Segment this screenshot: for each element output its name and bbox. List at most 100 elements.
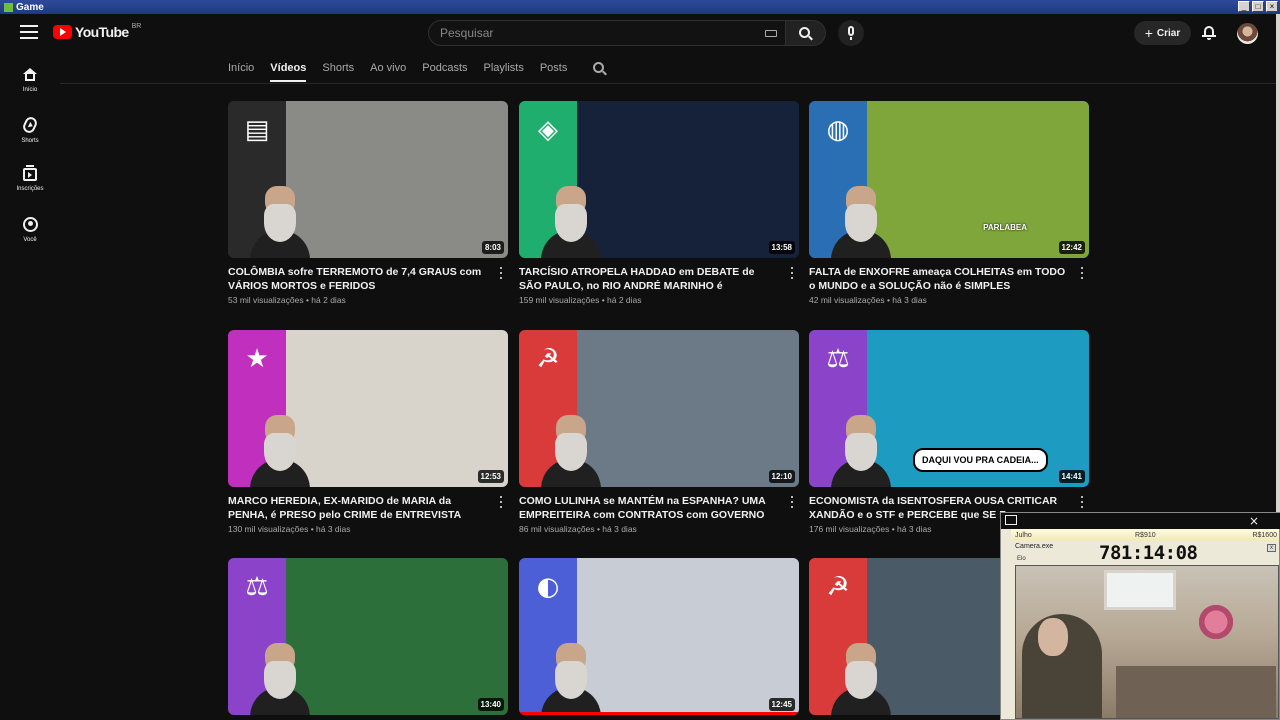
youtube-logo[interactable]: YouTube BR	[53, 22, 142, 40]
tab-videos[interactable]: Vídeos	[270, 54, 307, 82]
hammer-sickle-icon: ☭	[536, 344, 560, 374]
stream-overlay: × Julho R$910 R$1600 Camera.exe x 781:14…	[1000, 512, 1280, 720]
webcam-feed	[1015, 565, 1279, 719]
video-thumbnail[interactable]: ▤ 8:03	[228, 101, 508, 258]
flag-brazil-icon: ◈	[538, 115, 558, 145]
home-icon	[23, 68, 37, 82]
tab-posts[interactable]: Posts	[540, 54, 568, 82]
star-icon: ★	[245, 344, 269, 374]
app-icon	[4, 2, 13, 12]
thumbnail-brand: PARLABEA	[983, 223, 1027, 232]
view-count: 159 mil visualizações	[519, 295, 600, 305]
camera-close-icon[interactable]: x	[1267, 544, 1276, 552]
video-meta: COMO LULINHA se MANTÉM na ESPANHA? UMA E…	[519, 494, 799, 534]
video-thumbnail[interactable]: ☭ 12:10	[519, 330, 799, 487]
upload-age: há 3 dias	[316, 524, 351, 534]
host-figure	[250, 415, 310, 487]
video-title[interactable]: MARCO HEREDIA, EX-MARIDO de MARIA da PEN…	[228, 494, 486, 522]
thumbnail-caption: DAQUI VOU PRA CADEIA...	[913, 448, 1048, 472]
close-window-button[interactable]: ×	[1266, 1, 1278, 12]
tab-shorts[interactable]: Shorts	[322, 54, 354, 82]
sidebar-item-shorts[interactable]: Shorts	[4, 114, 56, 158]
video-thumbnail[interactable]: ◐ 12:45	[519, 558, 799, 715]
more-options-icon[interactable]	[1077, 496, 1087, 508]
stream-clock: 781:14:08	[1099, 542, 1198, 564]
minimize-button[interactable]: _	[1238, 1, 1250, 12]
sidebar-item-you[interactable]: Você	[4, 214, 56, 258]
miniplayer-icon[interactable]	[1005, 515, 1017, 525]
host-figure	[250, 643, 310, 715]
host-figure	[541, 643, 601, 715]
video-duration: 13:58	[768, 241, 795, 254]
search-input[interactable]	[440, 26, 740, 40]
search-box	[428, 20, 786, 46]
video-thumbnail[interactable]: ⚖ DAQUI VOU PRA CADEIA... 14:41	[809, 330, 1089, 487]
more-options-icon[interactable]	[496, 496, 506, 508]
channel-tabs: Início Vídeos Shorts Ao vivo Podcasts Pl…	[228, 54, 606, 82]
video-title[interactable]: COMO LULINHA se MANTÉM na ESPANHA? UMA E…	[519, 494, 777, 522]
host-figure	[831, 186, 891, 258]
video-duration: 12:53	[477, 470, 504, 483]
video-thumbnail[interactable]: ◈ 13:58	[519, 101, 799, 258]
tab-live[interactable]: Ao vivo	[370, 54, 406, 82]
video-title[interactable]: COLÔMBIA sofre TERREMOTO de 7,4 GRAUS co…	[228, 265, 486, 293]
sidebar-item-subscriptions[interactable]: Inscrições	[4, 164, 56, 208]
host-figure	[831, 643, 891, 715]
sidebar-item-label: Início	[22, 87, 38, 93]
you-icon	[22, 217, 38, 232]
camera-name-label: Elo	[1017, 556, 1026, 562]
search-button[interactable]	[786, 20, 826, 46]
more-options-icon[interactable]	[496, 267, 506, 279]
sidebar-item-home[interactable]: Início	[4, 64, 56, 108]
more-options-icon[interactable]	[1077, 267, 1087, 279]
video-duration: 8:03	[481, 241, 504, 254]
channel-search-button[interactable]	[593, 61, 606, 75]
menu-icon[interactable]	[20, 25, 38, 39]
video-title[interactable]: TARCÍSIO ATROPELA HADDAD em DEBATE de SÃ…	[519, 265, 777, 293]
watch-progress	[519, 712, 799, 715]
goal-target: R$1600	[1252, 531, 1277, 539]
upload-age: há 3 dias	[897, 524, 932, 534]
tab-home[interactable]: Início	[228, 54, 254, 82]
thumbnail-image	[569, 330, 799, 487]
thumbnail-image	[278, 330, 508, 487]
video-meta: FALTA de ENXOFRE ameaça COLHEITAS em TOD…	[809, 265, 1089, 305]
host-figure	[541, 186, 601, 258]
thumbnail-image	[569, 101, 799, 258]
mic-icon	[848, 26, 854, 36]
create-button[interactable]: + Criar	[1134, 21, 1191, 45]
plus-icon: +	[1144, 25, 1153, 41]
shorts-icon	[21, 115, 39, 135]
scales-icon: ⚖	[245, 572, 269, 602]
video-thumbnail[interactable]: ◍ PARLABEA 12:42	[809, 101, 1089, 258]
phone-icon: ◐	[536, 572, 560, 602]
hammer-sickle-icon: ☭	[826, 572, 850, 602]
video-stats: 130 mil visualizações • há 3 dias	[228, 524, 351, 534]
goal-label: Julho	[1015, 531, 1032, 539]
video-meta: TARCÍSIO ATROPELA HADDAD em DEBATE de SÃ…	[519, 265, 799, 305]
top-bar: YouTube BR +Criar	[0, 14, 1276, 52]
more-options-icon[interactable]	[787, 267, 797, 279]
close-icon[interactable]: ×	[1249, 514, 1259, 528]
avatar[interactable]	[1237, 23, 1258, 44]
thumbnail-image	[278, 558, 508, 715]
keyboard-icon[interactable]	[765, 30, 777, 37]
voice-search-button[interactable]	[838, 20, 864, 46]
tab-podcasts[interactable]: Podcasts	[422, 54, 467, 82]
tab-playlists[interactable]: Playlists	[484, 54, 524, 82]
video-stats: 42 mil visualizações • há 3 dias	[809, 295, 927, 305]
sidebar-item-label: Shorts	[21, 138, 39, 144]
host-figure	[541, 415, 601, 487]
video-thumbnail[interactable]: ⚖ 13:40	[228, 558, 508, 715]
video-stats: 86 mil visualizações • há 3 dias	[519, 524, 637, 534]
upload-age: há 3 dias	[892, 295, 927, 305]
notifications-icon[interactable]	[1202, 26, 1216, 40]
upload-age: há 2 dias	[311, 295, 346, 305]
maximize-button[interactable]: □	[1252, 1, 1264, 12]
logo-country: BR	[131, 22, 142, 30]
view-count: 42 mil visualizações	[809, 295, 885, 305]
video-duration: 12:45	[768, 698, 795, 711]
video-title[interactable]: FALTA de ENXOFRE ameaça COLHEITAS em TOD…	[809, 265, 1067, 293]
more-options-icon[interactable]	[787, 496, 797, 508]
video-thumbnail[interactable]: ★ 12:53	[228, 330, 508, 487]
